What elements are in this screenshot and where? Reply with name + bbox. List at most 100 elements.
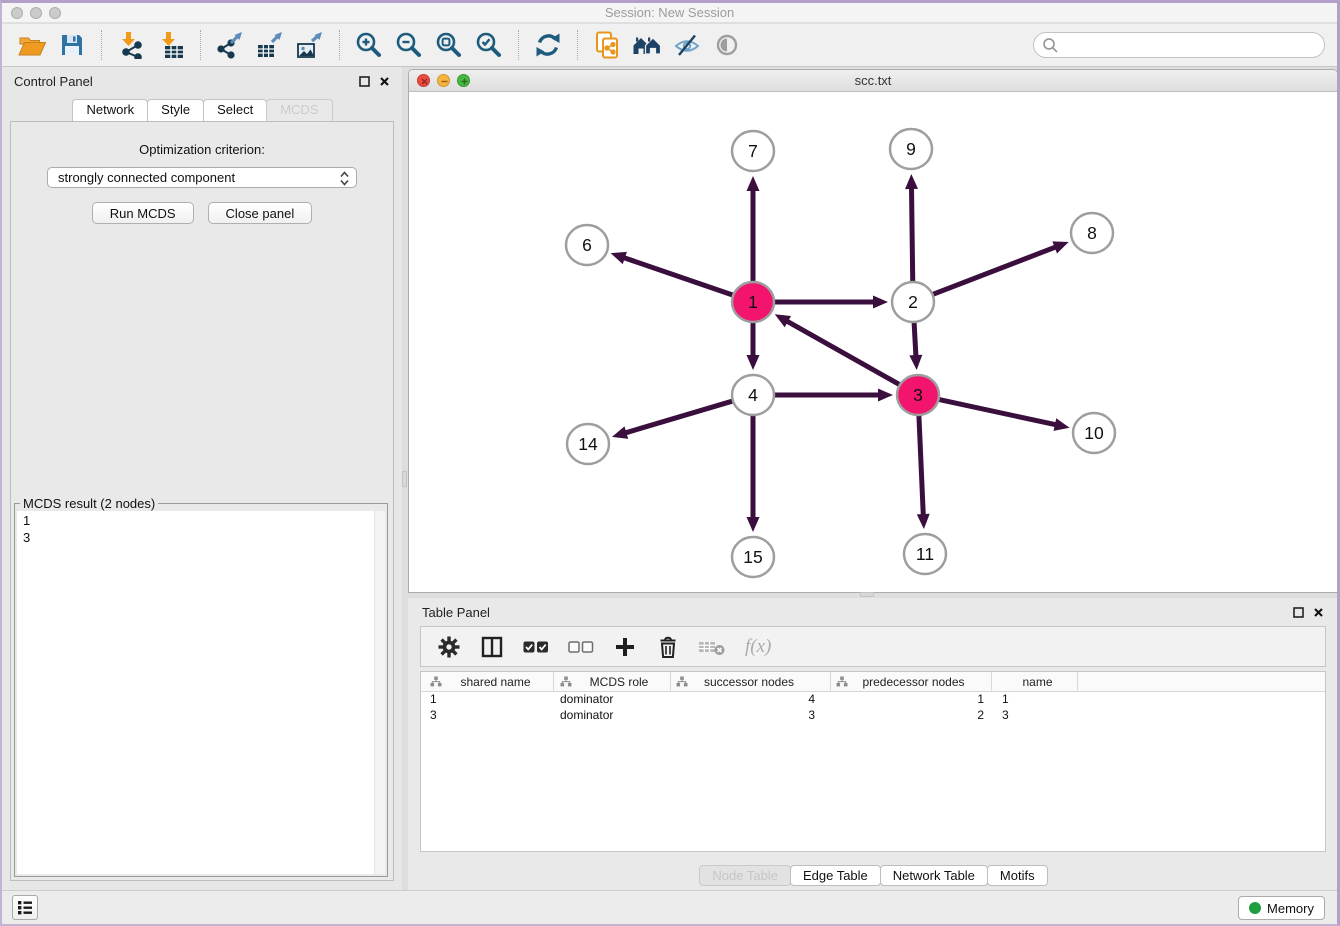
search-input[interactable] [1063, 35, 1324, 55]
column-header-name[interactable]: name [992, 672, 1078, 691]
table-panel-tabs: Node TableEdge TableNetwork TableMotifs [408, 865, 1338, 886]
column-header-successor-nodes[interactable]: successor nodes [671, 672, 831, 691]
zoom-fit-button[interactable] [432, 28, 466, 62]
delete-table-button[interactable] [699, 634, 726, 660]
hide-selected-button[interactable] [670, 28, 704, 62]
float-panel-icon[interactable] [1293, 606, 1304, 621]
apply-layout-button[interactable] [531, 28, 565, 62]
show-column-selector-button[interactable] [480, 634, 504, 660]
application-window: Session: New Session [0, 0, 1340, 926]
mcds-result-area[interactable]: 1 3 [17, 511, 385, 874]
export-table-button[interactable] [253, 28, 287, 62]
graph-node-label: 15 [743, 547, 762, 567]
network-window-titlebar[interactable]: scc.txt [409, 70, 1337, 92]
control-panel: Control Panel NetworkStyleSelectMCDS Opt… [2, 67, 402, 893]
gear-icon [438, 636, 460, 658]
export-network-icon [215, 31, 245, 59]
table-row[interactable]: 3 dominator 3 2 3 [421, 708, 1325, 724]
graph-edge[interactable] [623, 257, 734, 295]
graph-edge-arrowhead [917, 514, 930, 529]
splitter-grip-horizontal[interactable] [860, 592, 874, 597]
export-image-button[interactable] [293, 28, 327, 62]
float-panel-icon[interactable] [359, 75, 370, 90]
select-all-rows-button[interactable] [523, 634, 549, 660]
close-panel-button[interactable]: Close panel [208, 202, 313, 224]
graph-node-label: 11 [916, 544, 934, 564]
network-canvas[interactable]: 1234678910111415 [409, 93, 1337, 592]
tab-select[interactable]: Select [203, 99, 267, 121]
search-field[interactable] [1033, 32, 1325, 58]
graph-node-label: 8 [1087, 223, 1097, 243]
fx-icon: f(x) [745, 636, 771, 658]
graph-edge-arrowhead [747, 517, 760, 532]
import-network-button[interactable] [114, 28, 148, 62]
function-builder-button[interactable]: f(x) [745, 634, 771, 660]
delete-column-button[interactable] [656, 634, 680, 660]
tab-edge-table[interactable]: Edge Table [790, 865, 881, 886]
show-selected-button[interactable] [710, 28, 744, 62]
run-mcds-button[interactable]: Run MCDS [92, 202, 194, 224]
create-column-button[interactable] [613, 634, 637, 660]
mcds-result-group: MCDS result (2 nodes) 1 3 [14, 496, 388, 877]
tab-mcds[interactable]: MCDS [266, 99, 332, 121]
tab-motifs[interactable]: Motifs [987, 865, 1048, 886]
graph-svg[interactable]: 1234678910111415 [409, 93, 1337, 593]
graph-node-label: 6 [582, 235, 592, 255]
close-panel-icon[interactable] [379, 75, 390, 90]
network-view-title: scc.txt [409, 73, 1337, 88]
import-network-icon [116, 31, 146, 59]
graph-node-label: 1 [748, 292, 758, 312]
toolbar-separator [577, 30, 578, 60]
result-scrollbar[interactable] [374, 511, 385, 874]
network-view-window: scc.txt 1234678910111415 [408, 69, 1338, 593]
column-header-predecessor-nodes[interactable]: predecessor nodes [831, 672, 992, 691]
toolbar-separator [339, 30, 340, 60]
import-table-button[interactable] [154, 28, 188, 62]
create-network-view-button[interactable] [590, 28, 624, 62]
graph-edge-arrowhead [1052, 241, 1068, 253]
zoom-selected-button[interactable] [472, 28, 506, 62]
graph-edge-arrowhead [747, 176, 760, 191]
control-panel-tabs: NetworkStyleSelectMCDS [2, 99, 402, 122]
tab-style[interactable]: Style [147, 99, 204, 121]
graph-edge[interactable] [911, 187, 912, 282]
toolbar-separator [200, 30, 201, 60]
table-row[interactable]: 1 dominator 4 1 1 [421, 692, 1325, 708]
table-settings-button[interactable] [437, 634, 461, 660]
close-panel-icon[interactable] [1313, 606, 1324, 621]
tab-network-table[interactable]: Network Table [880, 865, 988, 886]
export-network-button[interactable] [213, 28, 247, 62]
tab-node-table[interactable]: Node Table [699, 865, 791, 886]
memory-label: Memory [1267, 901, 1314, 916]
node-table[interactable]: shared name MCDS role successor nodes pr… [420, 671, 1326, 852]
graph-edge[interactable] [919, 415, 923, 516]
column-header-mcds-role[interactable]: MCDS role [554, 672, 671, 691]
graph-node-label: 9 [906, 139, 916, 159]
home-icon [632, 32, 662, 58]
graph-edge[interactable] [938, 399, 1057, 425]
refresh-icon [534, 31, 562, 59]
graph-edge[interactable] [932, 247, 1057, 295]
zoom-in-button[interactable] [352, 28, 386, 62]
column-header-shared-name[interactable]: shared name [421, 672, 554, 691]
open-session-button[interactable] [15, 28, 49, 62]
mcds-result-text: 1 3 [17, 511, 385, 547]
criterion-select[interactable]: strongly connected component [47, 167, 357, 188]
graph-edge-arrowhead [909, 355, 922, 370]
graph-edge[interactable] [624, 401, 733, 433]
tree-icon [836, 676, 848, 687]
eye-icon [714, 32, 740, 58]
deselect-all-rows-button[interactable] [568, 634, 594, 660]
zoom-out-button[interactable] [392, 28, 426, 62]
graph-node-label: 10 [1084, 423, 1104, 443]
show-task-history-button[interactable] [12, 895, 38, 920]
graph-node-label: 7 [748, 141, 758, 161]
graph-edge[interactable] [914, 322, 916, 357]
memory-button[interactable]: Memory [1238, 896, 1325, 920]
show-all-views-button[interactable] [630, 28, 664, 62]
tab-network[interactable]: Network [72, 99, 148, 121]
graph-edge[interactable] [786, 321, 900, 386]
select-all-icon [523, 640, 549, 654]
splitter-grip-vertical[interactable] [402, 471, 407, 487]
save-session-button[interactable] [55, 28, 89, 62]
